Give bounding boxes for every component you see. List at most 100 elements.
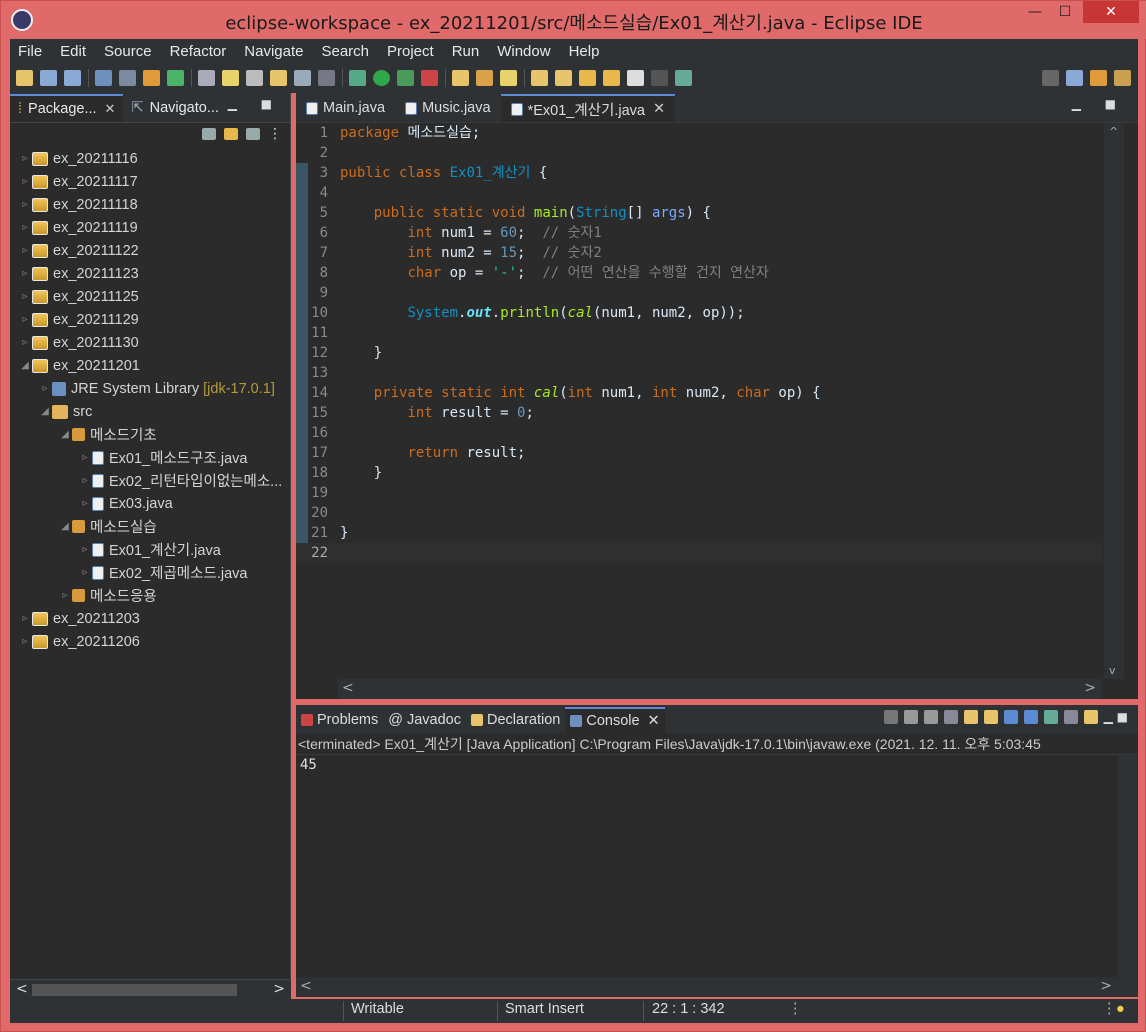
expanded-arrow-icon[interactable]: ◢ (58, 429, 72, 440)
tree-item[interactable]: ▹ Ex01_메소드구조.java (10, 446, 290, 469)
scroll-left-icon[interactable]: < (300, 978, 312, 994)
code-line[interactable]: 22 (296, 543, 1102, 563)
pin-console-icon[interactable] (1043, 710, 1058, 724)
pin-editor-icon[interactable] (675, 70, 692, 86)
tree-item[interactable]: ▹ Ex01_계산기.java (10, 538, 290, 561)
tree-item[interactable]: ▹ ex_20211203 (10, 607, 290, 630)
search-file-icon[interactable] (270, 70, 287, 86)
new-icon[interactable] (16, 70, 33, 86)
console-view-controls[interactable]: ▁ ■ (1104, 710, 1128, 724)
next-annotation-icon[interactable] (531, 70, 548, 86)
whitespace-icon[interactable] (318, 70, 335, 86)
code-text[interactable] (328, 503, 340, 523)
code-line[interactable]: 4 (296, 183, 1102, 203)
remove-launch-icon[interactable] (903, 710, 918, 724)
code-text[interactable] (328, 423, 340, 443)
code-line[interactable]: 6 int num1 = 60; // 숫자1 (296, 223, 1102, 243)
collapsed-arrow-icon[interactable]: ▹ (18, 153, 32, 164)
view-controls[interactable]: ▁ ■ (228, 97, 282, 111)
scroll-thumb[interactable] (32, 984, 237, 996)
menu-help[interactable]: Help (560, 43, 609, 60)
terminate-icon[interactable] (883, 710, 898, 724)
tree-item[interactable]: ▹ ex_20211118 (10, 193, 290, 216)
code-lines[interactable]: 1 package 메소드실습; 2 3 public class Ex01_계산기 {… (296, 123, 1102, 563)
search-icon[interactable] (1042, 70, 1059, 86)
collapse-all-icon[interactable] (202, 128, 216, 140)
close-window-button[interactable]: ✕ (1083, 1, 1139, 23)
previous-annotation-icon[interactable] (555, 70, 572, 86)
tree-item[interactable]: ◢ ex_20211201 (10, 354, 290, 377)
code-line[interactable]: 10 System.out.println(cal(num1, num2, op… (296, 303, 1102, 323)
save-all-icon[interactable] (64, 70, 81, 86)
console-vertical-scrollbar[interactable] (1118, 755, 1138, 977)
code-line[interactable]: 20 (296, 503, 1102, 523)
code-line[interactable]: 8 char op = '-'; // 어떤 연산을 수행할 건지 연산자 (296, 263, 1102, 283)
open-console-icon[interactable] (1083, 710, 1098, 724)
open-task-icon[interactable] (246, 70, 263, 86)
tab-problems[interactable]: Problems (296, 707, 383, 733)
collapsed-arrow-icon[interactable]: ▹ (18, 222, 32, 233)
code-text[interactable]: public static void main(String[] args) { (328, 203, 711, 223)
open-type-icon[interactable] (198, 70, 215, 86)
console-output[interactable]: 45 (296, 755, 1116, 977)
tab-navigator[interactable]: ⇱ Navigato... (123, 94, 226, 122)
code-text[interactable] (328, 183, 340, 203)
code-text[interactable]: package 메소드실습; (328, 123, 480, 143)
external-tools-icon[interactable] (421, 70, 438, 86)
show-stderr-icon[interactable] (1023, 710, 1038, 724)
collapsed-arrow-icon[interactable]: ▹ (18, 337, 32, 348)
word-wrap-icon[interactable] (983, 710, 998, 724)
remove-all-icon[interactable] (923, 710, 938, 724)
tree-item[interactable]: ▹ Ex02_제곱메소드.java (10, 561, 290, 584)
code-text[interactable] (328, 543, 340, 563)
tab-music-java[interactable]: Music.java (395, 94, 501, 122)
tab-console[interactable]: Console ✕ (565, 707, 665, 733)
collapsed-arrow-icon[interactable]: ▹ (78, 475, 92, 486)
link-with-editor-icon[interactable] (224, 128, 238, 140)
code-line[interactable]: 19 (296, 483, 1102, 503)
close-tab-icon[interactable]: ✕ (648, 713, 660, 729)
code-text[interactable] (328, 283, 340, 303)
build-icon[interactable] (143, 70, 160, 86)
menu-file[interactable]: File (10, 43, 51, 60)
clear-console-icon[interactable] (943, 710, 958, 724)
code-line[interactable]: 9 (296, 283, 1102, 303)
minimize-button[interactable]: — (1021, 1, 1049, 23)
tree-item[interactable]: ▹ ex_20211125 (10, 285, 290, 308)
code-text[interactable] (328, 143, 340, 163)
forward-icon[interactable] (627, 70, 644, 86)
scroll-left-icon[interactable]: < (342, 680, 354, 696)
expanded-arrow-icon[interactable]: ◢ (18, 360, 32, 371)
tree-item[interactable]: ▹ JRE System Library [jdk-17.0.1] (10, 377, 290, 400)
toggle-block-icon[interactable] (294, 70, 311, 86)
collapsed-arrow-icon[interactable]: ▹ (18, 314, 32, 325)
tree-item[interactable]: ▹ ex_20211130 (10, 331, 290, 354)
show-stdout-icon[interactable] (1003, 710, 1018, 724)
tree-item[interactable]: ▹ Ex02_리턴타입이없는메소... (10, 469, 290, 492)
close-tab-icon[interactable]: ✕ (653, 101, 665, 117)
code-text[interactable]: int result = 0; (328, 403, 533, 423)
skip-breakpoints-icon[interactable] (119, 70, 136, 86)
collapsed-arrow-icon[interactable]: ▹ (18, 268, 32, 279)
code-area[interactable]: 1 package 메소드실습; 2 3 public class Ex01_계산기 {… (296, 123, 1102, 679)
code-text[interactable]: char op = '-'; // 어떤 연산을 수행할 건지 연산자 (328, 263, 768, 283)
collapsed-arrow-icon[interactable]: ▹ (18, 613, 32, 624)
console-horizontal-scrollbar[interactable]: < > (296, 977, 1138, 997)
scroll-right-icon[interactable]: > (1100, 978, 1112, 994)
menu-window[interactable]: Window (488, 43, 559, 60)
debug-perspective-icon[interactable] (1114, 70, 1131, 86)
code-text[interactable]: int num1 = 60; // 숫자1 (328, 223, 601, 243)
menu-edit[interactable]: Edit (51, 43, 95, 60)
tree-item[interactable]: ◢ 메소드기초 (10, 423, 290, 446)
code-line[interactable]: 2 (296, 143, 1102, 163)
code-line[interactable]: 1 package 메소드실습; (296, 123, 1102, 143)
collapsed-arrow-icon[interactable]: ▹ (78, 452, 92, 463)
java-perspective-icon[interactable] (1090, 70, 1107, 86)
menu-search[interactable]: Search (312, 43, 378, 60)
lightbulb-icon[interactable]: ● (1116, 1001, 1125, 1017)
menu-refactor[interactable]: Refactor (161, 43, 236, 60)
code-line[interactable]: 14 private static int cal(int num1, int … (296, 383, 1102, 403)
code-line[interactable]: 7 int num2 = 15; // 숫자2 (296, 243, 1102, 263)
tree-item[interactable]: ▹ ex_20211129 (10, 308, 290, 331)
new-package-icon[interactable] (476, 70, 493, 86)
